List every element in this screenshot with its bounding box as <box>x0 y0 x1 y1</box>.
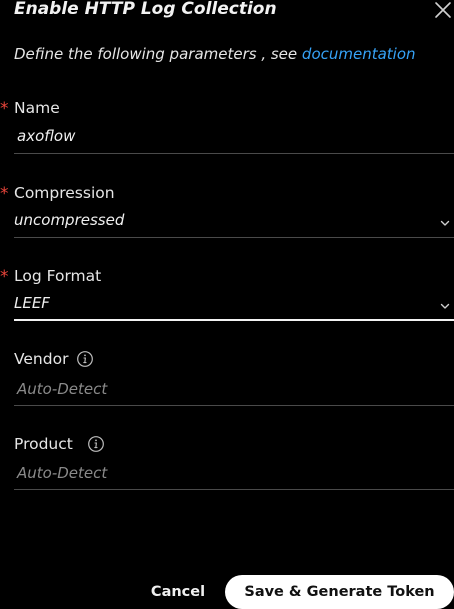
close-button[interactable] <box>433 0 453 20</box>
vendor-input[interactable]: Auto-Detect <box>14 378 454 406</box>
cancel-button[interactable]: Cancel <box>148 576 208 608</box>
save-generate-token-button[interactable]: Save & Generate Token <box>225 575 454 609</box>
product-input[interactable]: Auto-Detect <box>14 462 454 490</box>
compression-required-marker: * <box>0 184 9 204</box>
chevron-down-icon <box>440 220 450 226</box>
info-icon[interactable] <box>87 435 105 453</box>
name-input[interactable]: axoflow <box>14 126 454 154</box>
compression-select[interactable]: uncompressed <box>14 210 454 238</box>
vendor-label: Vendor <box>14 350 94 368</box>
product-input-placeholder: Auto-Detect <box>17 464 108 482</box>
name-label: Name <box>14 99 60 117</box>
intro-text: Define the following parameters , see do… <box>14 45 416 63</box>
product-label: Product <box>14 435 105 453</box>
close-icon <box>435 2 451 18</box>
vendor-input-placeholder: Auto-Detect <box>17 380 108 398</box>
log-format-label-text: Log Format <box>14 267 102 285</box>
name-input-value: axoflow <box>17 127 76 145</box>
name-label-text: Name <box>14 99 60 117</box>
log-format-select[interactable]: LEEF <box>14 293 454 321</box>
log-format-label: Log Format <box>14 267 101 285</box>
info-icon[interactable] <box>76 350 94 368</box>
product-label-text: Product <box>14 435 73 453</box>
compression-label-text: Compression <box>14 184 115 202</box>
chevron-down-icon <box>440 303 450 309</box>
vendor-label-text: Vendor <box>14 350 69 368</box>
log-format-required-marker: * <box>0 267 9 287</box>
log-format-select-value: LEEF <box>14 294 50 312</box>
compression-label: Compression <box>14 184 115 202</box>
name-required-marker: * <box>0 99 9 119</box>
dialog-title: Enable HTTP Log Collection <box>14 0 277 19</box>
intro-text-label: Define the following parameters , see <box>14 45 302 63</box>
compression-select-value: uncompressed <box>14 211 125 229</box>
documentation-link[interactable]: documentation <box>302 45 416 63</box>
